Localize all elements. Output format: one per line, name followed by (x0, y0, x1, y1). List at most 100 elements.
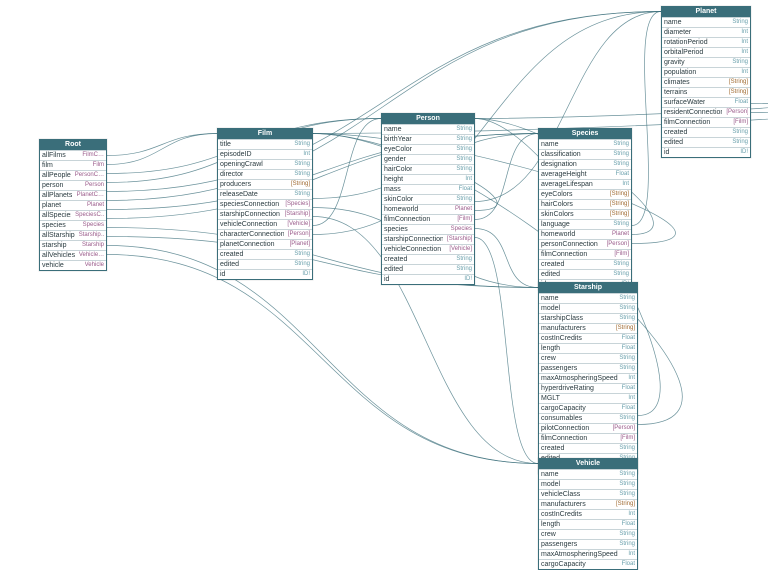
field-type: [Film] (457, 215, 472, 224)
field-type: Float (622, 384, 635, 393)
field-name: manufacturers (541, 500, 586, 509)
field-row: averageLifespanInt (539, 179, 631, 189)
field-row[interactable]: planetConnection[Planet] (218, 239, 312, 249)
field-row: skinColorString (382, 194, 474, 204)
field-row[interactable]: vehicleConnection[Vehicle] (382, 244, 474, 254)
field-row: classificationString (539, 149, 631, 159)
field-row[interactable]: characterConnection[Person] (218, 229, 312, 239)
field-row[interactable]: allStarshipsStarship… (40, 230, 106, 240)
entity-person[interactable]: PersonnameStringbirthYearStringeyeColorS… (381, 113, 475, 285)
field-type: String (732, 18, 748, 27)
field-row: rotationPeriodInt (662, 37, 750, 47)
field-name: length (541, 520, 560, 529)
field-type: String (619, 304, 635, 313)
field-type: Int (741, 48, 748, 57)
field-row[interactable]: homeworldPlanet (382, 204, 474, 214)
field-row: passengersString (539, 363, 637, 373)
field-row[interactable]: speciesConnection[Species] (218, 199, 312, 209)
field-name: director (220, 170, 243, 179)
field-name: id (384, 275, 389, 284)
field-row: editedString (382, 264, 474, 274)
field-type: Species (451, 225, 472, 234)
field-name: edited (220, 260, 239, 269)
entity-header: Planet (662, 7, 750, 17)
field-name: cargoCapacity (541, 560, 586, 569)
field-name: homeworld (384, 205, 418, 214)
field-row[interactable]: allSpeciesSpeciesC… (40, 210, 106, 220)
field-row: name String (539, 293, 637, 303)
field-type: String (613, 140, 629, 149)
field-row[interactable]: starshipConnection[Starship] (382, 234, 474, 244)
field-name: eyeColor (384, 145, 412, 154)
field-type: [Film] (614, 250, 629, 259)
field-name: costInCredits (541, 510, 582, 519)
entity-root[interactable]: RootallFilmsFilmC…filmFilmallPeoplePerso… (39, 139, 107, 271)
field-row[interactable]: speciesSpecies (40, 220, 106, 230)
field-name: name (664, 18, 682, 27)
field-name: name (541, 470, 559, 479)
entity-vehicle[interactable]: VehiclenameStringmodelStringvehicleClass… (538, 458, 638, 570)
field-name: manufacturers (541, 324, 586, 333)
field-type: [String] (616, 324, 635, 333)
field-row[interactable]: filmFilm (40, 160, 106, 170)
field-type: Planet (87, 201, 104, 210)
entity-planet[interactable]: PlanetnameStringdiameterIntrotationPerio… (661, 6, 751, 158)
field-row[interactable]: starshipStarship (40, 240, 106, 250)
field-type: [String] (610, 210, 629, 219)
field-row[interactable]: homeworldPlanet (539, 229, 631, 239)
field-type: [String] (610, 190, 629, 199)
field-type: PersonC… (75, 171, 104, 180)
field-type: String (294, 170, 310, 179)
field-name: species (384, 225, 408, 234)
field-row[interactable]: filmConnection[Film] (539, 433, 637, 443)
field-type: Int (628, 550, 635, 559)
field-name: skinColor (384, 195, 413, 204)
field-row[interactable]: personPerson (40, 180, 106, 190)
field-name: filmConnection (664, 118, 710, 127)
field-row[interactable]: allPlanetsPlanetC… (40, 190, 106, 200)
field-type: Float (622, 520, 635, 529)
field-type: Float (735, 98, 748, 107)
field-row[interactable]: vehicleVehicle (40, 260, 106, 270)
entity-species[interactable]: SpeciesnameStringclassificationStringdes… (538, 128, 632, 290)
field-type: ID! (302, 270, 310, 279)
field-name: skinColors (541, 210, 574, 219)
field-name: name (541, 140, 559, 149)
field-row[interactable]: residentConnection[Person] (662, 107, 750, 117)
field-name: averageLifespan (541, 180, 593, 189)
entity-film[interactable]: FilmtitleStringepisodeIDIntopeningCrawlS… (217, 128, 313, 280)
field-type: String (456, 125, 472, 134)
field-type: String (619, 470, 635, 479)
entity-starship[interactable]: StarshipnameStringmodelStringstarshipCla… (538, 282, 638, 474)
field-row: skinColors [String] (539, 209, 631, 219)
field-name: model (541, 480, 560, 489)
field-name: created (541, 444, 564, 453)
field-row[interactable]: allFilmsFilmC… (40, 150, 106, 160)
field-name: name (541, 294, 559, 303)
field-row: crewString (539, 529, 637, 539)
field-type: String (619, 294, 635, 303)
field-type: [Film] (620, 434, 635, 443)
field-row[interactable]: planetPlanet (40, 200, 106, 210)
field-row[interactable]: allVehiclesVehicle… (40, 250, 106, 260)
field-row: costInCreditsInt (539, 509, 637, 519)
field-row[interactable]: filmConnection[Film] (382, 214, 474, 224)
field-row[interactable]: allPeoplePersonC… (40, 170, 106, 180)
field-row[interactable]: filmConnection[Film] (539, 249, 631, 259)
field-row[interactable]: filmConnection[Film] (662, 117, 750, 127)
field-row: createdString (218, 249, 312, 259)
field-name: species (42, 221, 66, 230)
field-row[interactable]: vehicleConnection[Vehicle] (218, 219, 312, 229)
field-name: producers (220, 180, 251, 189)
field-row[interactable]: starshipConnection[Starship] (218, 209, 312, 219)
field-type: String (619, 314, 635, 323)
field-row[interactable]: personConnection[Person] (539, 239, 631, 249)
field-row[interactable]: species Species (382, 224, 474, 234)
field-name: language (541, 220, 570, 229)
field-type: String (294, 140, 310, 149)
field-type: String (619, 490, 635, 499)
field-type: String (294, 260, 310, 269)
field-name: allPlanets (42, 191, 72, 200)
field-type: [Person] (613, 424, 635, 433)
field-row[interactable]: pilotConnection[Person] (539, 423, 637, 433)
